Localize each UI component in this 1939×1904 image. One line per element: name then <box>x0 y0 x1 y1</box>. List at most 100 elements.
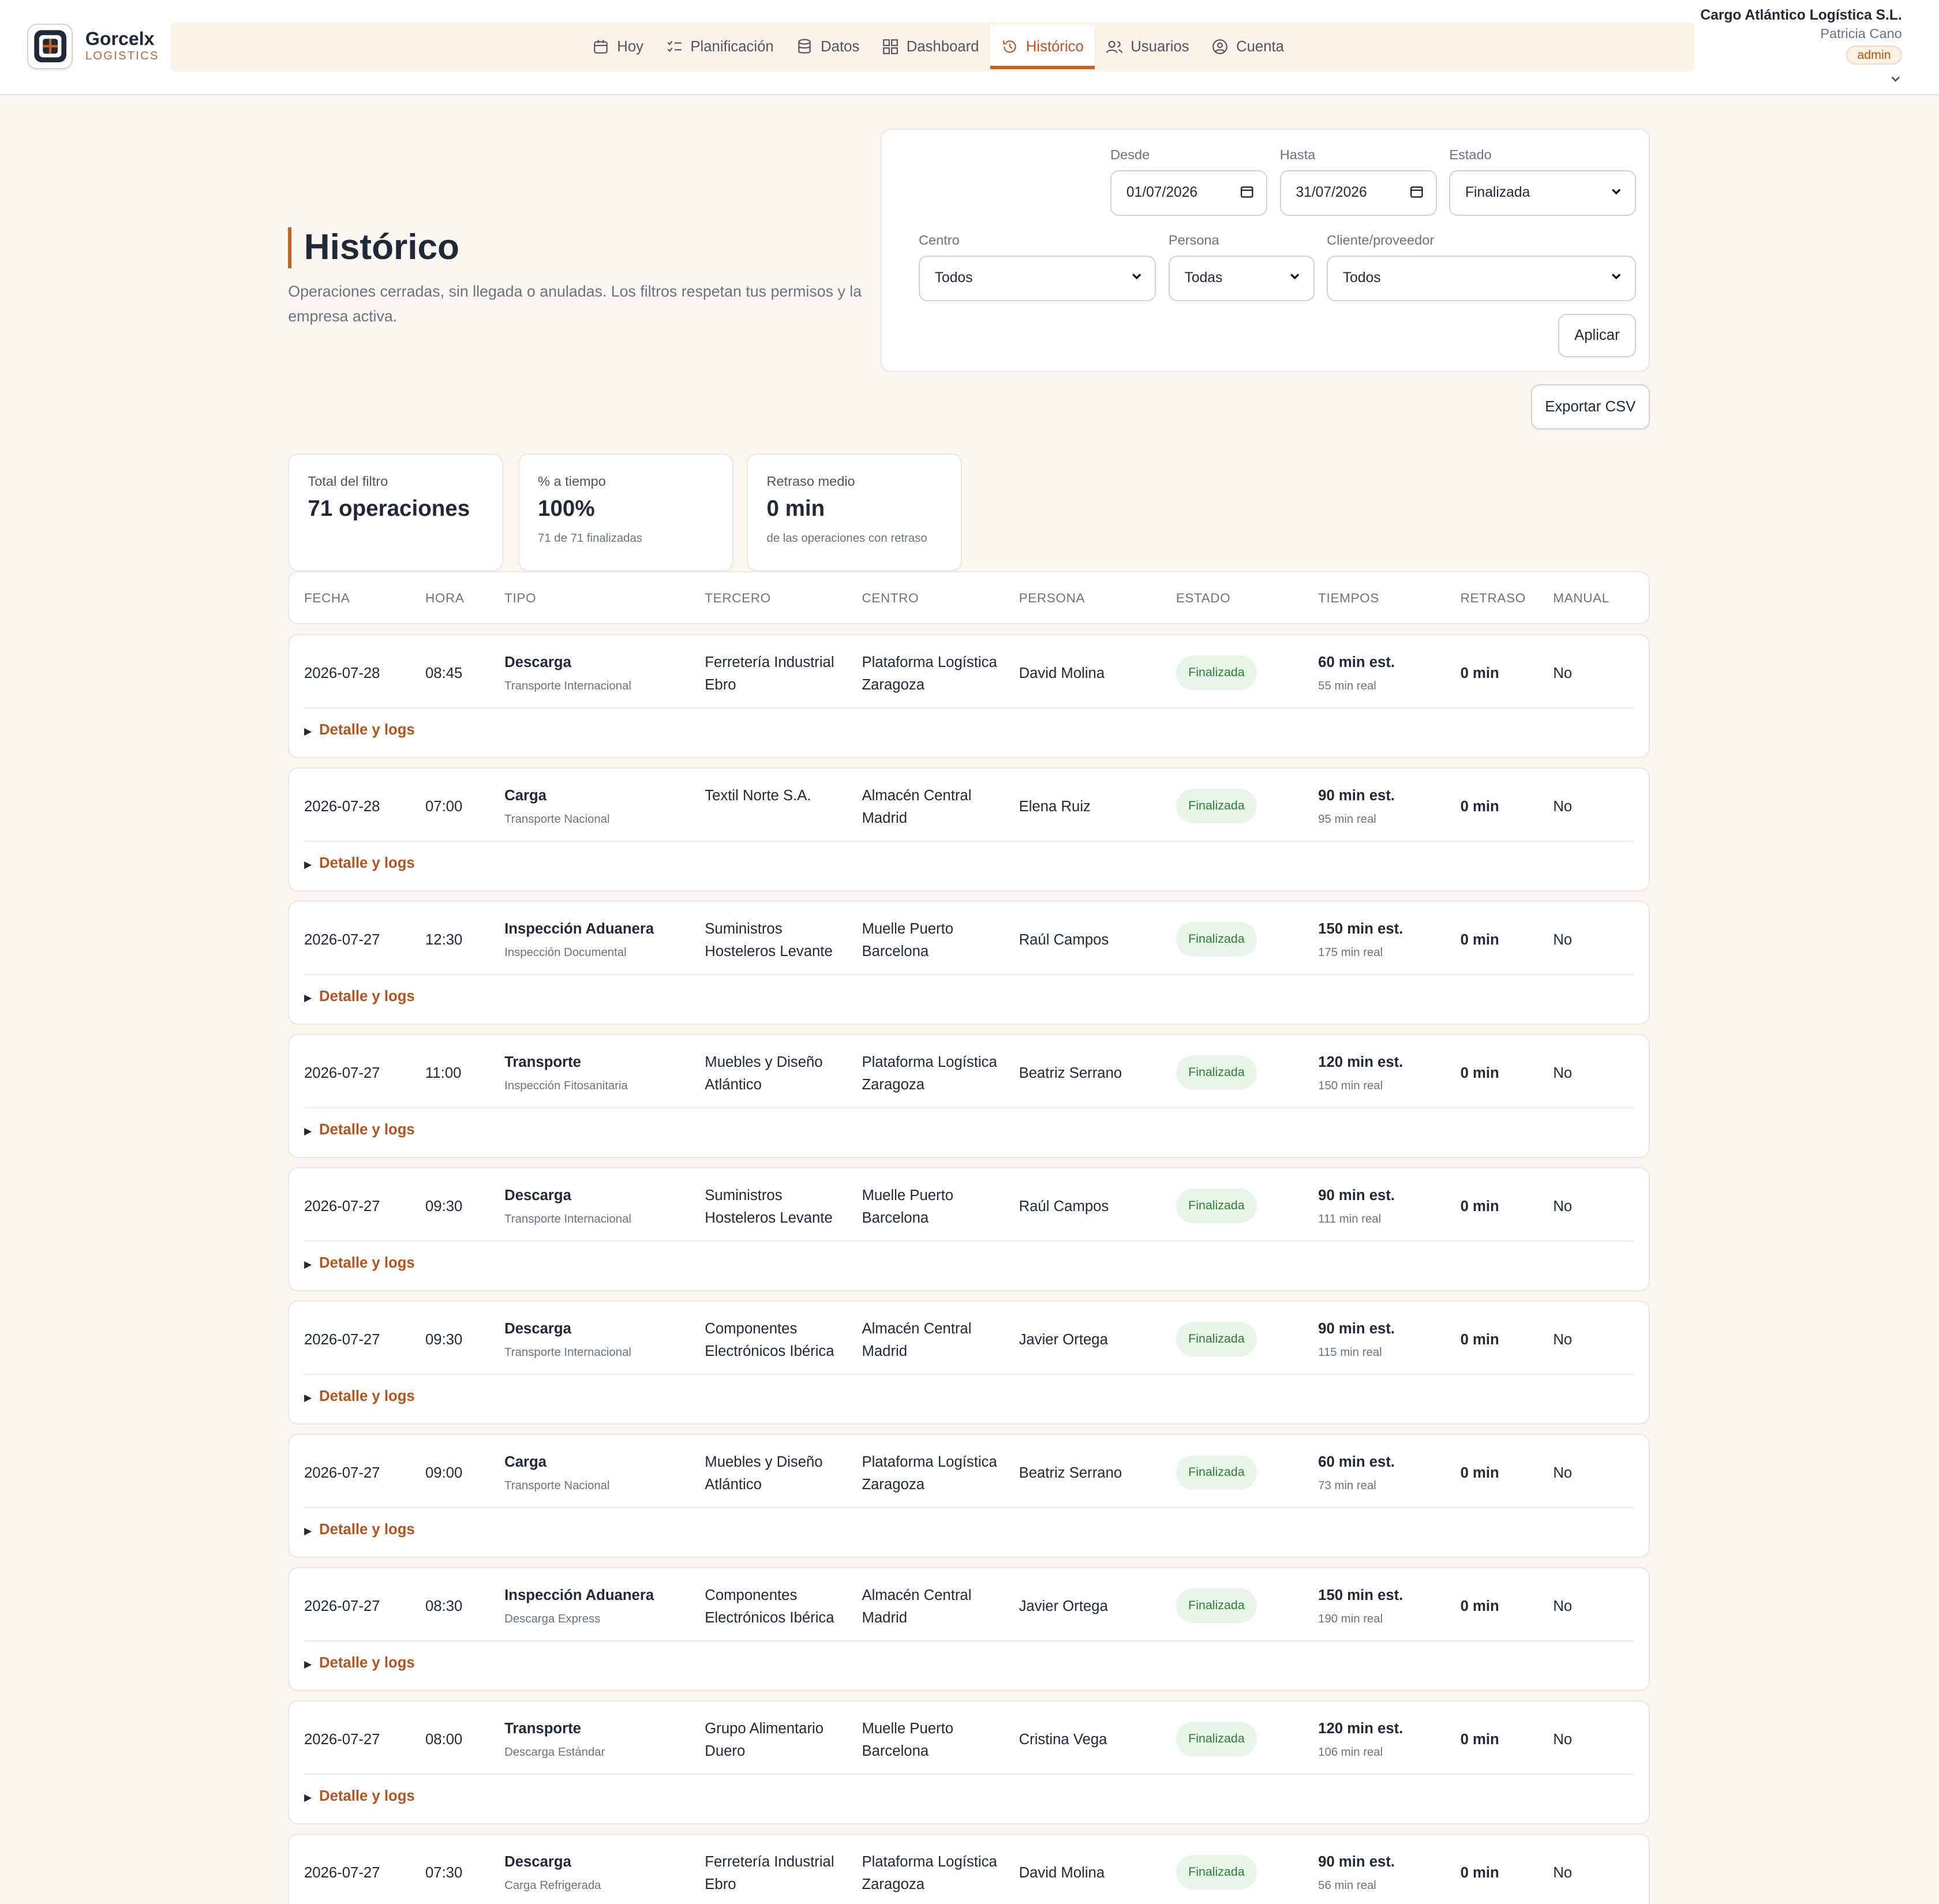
column-header[interactable]: MANUAL <box>1553 591 1609 606</box>
export-csv-button[interactable]: Exportar CSV <box>1530 384 1650 429</box>
centro-line1: Plataforma Logística <box>862 1454 997 1471</box>
cell-tercero: Muebles y Diseño Atlántico <box>705 1451 822 1496</box>
account-menu[interactable]: Cargo Atlántico Logística S.L. Patricia … <box>1700 8 1902 83</box>
column-header[interactable]: TERCERO <box>705 591 771 606</box>
cell-fecha: 2026-07-27 <box>304 1332 380 1348</box>
filter-hasta: Hasta 31/07/2026 <box>1279 147 1437 216</box>
nav-item-checklist[interactable]: Planificación <box>654 25 785 69</box>
cell-hora: 09:30 <box>425 1198 463 1215</box>
account-user: Patricia Cano <box>1820 26 1902 42</box>
caret-right-icon: ▶ <box>304 1658 312 1670</box>
tiempo-estimado: 150 min est. <box>1318 921 1403 938</box>
detail-logs-toggle[interactable]: ▶ Detalle y logs <box>304 988 415 1005</box>
tipo-sub: Inspección Fitosanitaria <box>504 1079 628 1092</box>
detail-logs-label: Detalle y logs <box>319 1521 415 1538</box>
caret-right-icon: ▶ <box>304 1525 312 1537</box>
nav-item-database[interactable]: Datos <box>785 25 871 69</box>
cell-retraso: 0 min <box>1460 1465 1499 1482</box>
tercero-line1: Textil Norte S.A. <box>705 788 811 804</box>
cell-persona: David Molina <box>1019 665 1105 682</box>
tercero-line2: Atlántico <box>705 1476 762 1493</box>
brand[interactable]: Gorcelx LOGISTICS <box>27 23 159 69</box>
tercero-line2: Ebro <box>705 676 736 693</box>
apply-button[interactable]: Aplicar <box>1558 314 1636 358</box>
cell-centro: Almacén Central Madrid <box>862 785 971 829</box>
detail-logs-toggle[interactable]: ▶ Detalle y logs <box>304 1388 415 1405</box>
detail-logs-toggle[interactable]: ▶ Detalle y logs <box>304 1788 415 1805</box>
centro-line2: Zaragoza <box>862 1476 925 1493</box>
cell-hora: 09:00 <box>425 1465 463 1482</box>
stat-card: Total del filtro 71 operaciones <box>288 453 504 571</box>
tipo-sub: Inspección Documental <box>504 946 627 959</box>
cell-retraso: 0 min <box>1460 1598 1499 1615</box>
cell-tipo: Inspección Aduanera Descarga Express <box>504 1584 654 1630</box>
tiempo-estimado: 90 min est. <box>1318 1187 1395 1204</box>
stat-value: 71 operaciones <box>308 496 470 522</box>
desde-date-input[interactable]: 01/07/2026 <box>1110 170 1268 216</box>
nav-item-history[interactable]: Histórico <box>990 24 1095 69</box>
nav-item-calendar[interactable]: Hoy <box>581 25 654 69</box>
status-badge: Finalizada <box>1176 1854 1257 1890</box>
cliente-select[interactable]: Todos <box>1327 255 1636 301</box>
detail-logs-toggle[interactable]: ▶ Detalle y logs <box>304 1255 415 1272</box>
column-header[interactable]: ESTADO <box>1176 591 1231 606</box>
page-title: Histórico <box>288 227 869 268</box>
cell-hora: 09:30 <box>425 1332 463 1348</box>
centro-line1: Almacén Central <box>862 1321 972 1337</box>
tiempo-estimado: 120 min est. <box>1318 1054 1403 1071</box>
table-row: 2026-07-27 09:30 Descarga Transporte Intern… <box>288 1300 1650 1425</box>
detail-logs-toggle[interactable]: ▶ Detalle y logs <box>304 1655 415 1671</box>
cell-retraso: 0 min <box>1460 932 1499 949</box>
centro-line1: Almacén Central <box>862 788 972 804</box>
cell-manual: No <box>1553 1465 1573 1482</box>
column-header[interactable]: PERSONA <box>1019 591 1085 606</box>
detail-logs-toggle[interactable]: ▶ Detalle y logs <box>304 1122 415 1138</box>
chevron-down-icon[interactable] <box>1889 73 1901 88</box>
cell-centro: Plataforma Logística Zaragoza <box>862 1051 997 1096</box>
tiempo-real: 190 min real <box>1318 1612 1383 1625</box>
page-header: Histórico Operaciones cerradas, sin lleg… <box>288 227 869 329</box>
detail-logs-toggle[interactable]: ▶ Detalle y logs <box>304 855 415 872</box>
hasta-date-input[interactable]: 31/07/2026 <box>1279 170 1437 216</box>
status-badge: Finalizada <box>1176 1321 1257 1356</box>
detail-logs-toggle[interactable]: ▶ Detalle y logs <box>304 1521 415 1538</box>
history-icon <box>1001 38 1019 55</box>
brand-logo-icon <box>27 23 73 69</box>
persona-select[interactable]: Todas <box>1168 255 1315 301</box>
tercero-line1: Suministros <box>705 921 783 938</box>
cell-tercero: Suministros Hosteleros Levante <box>705 918 832 962</box>
table-row: 2026-07-27 09:30 Descarga Transporte Intern… <box>288 1167 1650 1291</box>
calendar-icon[interactable] <box>1410 185 1424 202</box>
row-divider <box>304 840 1634 842</box>
estado-select[interactable]: Finalizada <box>1449 170 1636 216</box>
cell-tiempos: 60 min est. 73 min real <box>1318 1451 1395 1497</box>
column-header[interactable]: TIPO <box>504 591 536 606</box>
cell-tiempos: 150 min est. 175 min real <box>1318 918 1403 964</box>
nav-item-user-circle[interactable]: Cuenta <box>1200 25 1295 69</box>
status-badge: Finalizada <box>1176 788 1257 823</box>
column-header[interactable]: CENTRO <box>862 591 919 606</box>
filter-estado: Estado Finalizada <box>1449 147 1636 216</box>
nav-item-grid[interactable]: Dashboard <box>871 25 990 69</box>
table-row: 2026-07-27 08:00 Transporte Descarga Estánd… <box>288 1700 1650 1824</box>
cell-persona: David Molina <box>1019 1865 1105 1881</box>
detail-logs-label: Detalle y logs <box>319 1655 415 1671</box>
centro-select[interactable]: Todos <box>919 255 1156 301</box>
cell-tiempos: 120 min est. 150 min real <box>1318 1051 1403 1097</box>
tipo-main: Transporte <box>504 1721 581 1737</box>
cell-hora: 08:00 <box>425 1731 463 1748</box>
page-description: Operaciones cerradas, sin llegada o anul… <box>288 283 862 325</box>
brand-name: Gorcelx <box>85 28 155 50</box>
row-divider <box>304 707 1634 709</box>
column-header[interactable]: TIEMPOS <box>1318 591 1379 606</box>
centro-line2: Barcelona <box>862 943 929 960</box>
nav-item-users[interactable]: Usuarios <box>1095 25 1200 69</box>
cell-tiempos: 90 min est. 56 min real <box>1318 1851 1395 1896</box>
column-header[interactable]: RETRASO <box>1461 591 1526 606</box>
column-header[interactable]: FECHA <box>304 591 350 606</box>
calendar-icon[interactable] <box>1240 185 1254 202</box>
stat-card: % a tiempo 100% 71 de 71 finalizadas <box>518 453 733 571</box>
table-header: FECHA HORA TIPO TERCERO CENTRO PERSONA ESTADO T… <box>288 571 1650 625</box>
column-header[interactable]: HORA <box>425 591 465 606</box>
detail-logs-toggle[interactable]: ▶ Detalle y logs <box>304 722 415 739</box>
